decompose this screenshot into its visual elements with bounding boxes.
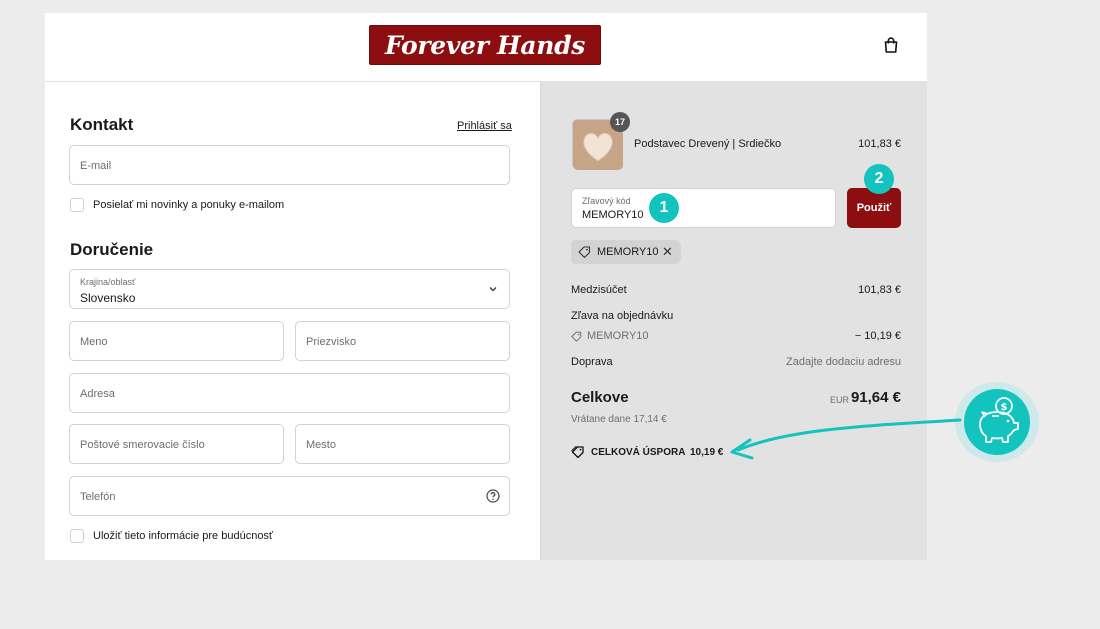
total-currency: EUR bbox=[830, 395, 850, 405]
delivery-heading: Doručenie bbox=[70, 240, 154, 259]
phone-field[interactable]: Telefón bbox=[69, 476, 510, 516]
applied-code-text: MEMORY10 bbox=[597, 246, 659, 258]
order-discount-code: MEMORY10 bbox=[587, 330, 649, 342]
checkout-form: Kontakt Prihlásiť sa E-mail Posielať mi … bbox=[45, 82, 540, 560]
shipping-value: Zadajte dodaciu adresu bbox=[786, 356, 901, 368]
help-icon[interactable] bbox=[486, 489, 500, 503]
checkout-page: Forever Hands ® Kontakt Prihlásiť sa E-m… bbox=[45, 13, 927, 560]
city-placeholder: Mesto bbox=[306, 439, 336, 451]
subtotal-value: 101,83 € bbox=[858, 284, 901, 296]
shopping-bag-icon[interactable] bbox=[882, 36, 900, 54]
discount-code-label: Zľavový kód bbox=[582, 196, 631, 206]
save-info-label: Uložiť tieto informácie pre budúcnosť bbox=[93, 530, 274, 542]
product-name: Podstavec Drevený | Srdiečko bbox=[634, 138, 782, 150]
order-summary: 17 Podstavec Drevený | Srdiečko 101,83 €… bbox=[540, 82, 927, 560]
logo-text: Forever Hands bbox=[384, 30, 586, 60]
address-placeholder: Adresa bbox=[80, 388, 115, 400]
email-placeholder: E-mail bbox=[80, 160, 112, 172]
discount-code-field[interactable]: Zľavový kód MEMORY10 bbox=[571, 188, 836, 228]
country-label: Krajina/oblasť bbox=[80, 277, 136, 287]
first-name-field[interactable]: Meno bbox=[69, 321, 284, 361]
site-header: Forever Hands ® bbox=[45, 13, 927, 82]
savings-callout: $ bbox=[964, 389, 1030, 455]
last-name-field[interactable]: Priezvisko bbox=[295, 321, 510, 361]
discount-code-value: MEMORY10 bbox=[582, 209, 644, 221]
newsletter-checkbox[interactable] bbox=[70, 198, 84, 212]
step-1-marker: 1 bbox=[649, 193, 679, 223]
order-discount-value: − 10,19 € bbox=[854, 330, 901, 342]
city-field[interactable]: Mesto bbox=[295, 424, 510, 464]
quantity-badge: 17 bbox=[610, 112, 630, 132]
savings-tag-icon bbox=[571, 446, 584, 458]
logo-registered-mark: ® bbox=[564, 33, 572, 42]
country-value: Slovensko bbox=[80, 291, 136, 305]
email-field[interactable]: E-mail bbox=[69, 145, 510, 185]
contact-heading: Kontakt bbox=[70, 115, 134, 134]
newsletter-label: Posielať mi novinky a ponuky e-mailom bbox=[93, 199, 285, 211]
phone-placeholder: Telefón bbox=[80, 491, 116, 503]
subtotal-label: Medzisúčet bbox=[571, 284, 627, 296]
postal-code-placeholder: Poštové smerovacie číslo bbox=[80, 439, 205, 451]
address-field[interactable]: Adresa bbox=[69, 373, 510, 413]
savings-label: CELKOVÁ ÚSPORA bbox=[591, 447, 686, 458]
applied-discount-chip: MEMORY10 ✕ bbox=[571, 240, 681, 264]
step-2-marker: 2 bbox=[864, 164, 894, 194]
login-link[interactable]: Prihlásiť sa bbox=[457, 120, 512, 132]
country-select[interactable]: Krajina/oblasť Slovensko bbox=[69, 269, 510, 309]
chevron-down-icon bbox=[489, 287, 497, 292]
remove-discount-icon[interactable]: ✕ bbox=[662, 244, 673, 260]
tax-note: Vrátane dane 17,14 € bbox=[571, 414, 667, 425]
savings-value: 10,19 € bbox=[690, 447, 724, 458]
tag-icon bbox=[578, 246, 591, 258]
svg-text:$: $ bbox=[1001, 402, 1008, 413]
apply-discount-button[interactable]: Použiť bbox=[847, 188, 901, 228]
shipping-label: Doprava bbox=[571, 356, 613, 368]
total-label: Celkove bbox=[571, 389, 629, 406]
last-name-placeholder: Priezvisko bbox=[306, 336, 357, 348]
brand-logo[interactable]: Forever Hands ® bbox=[369, 25, 601, 65]
first-name-placeholder: Meno bbox=[80, 336, 108, 348]
product-price: 101,83 € bbox=[858, 138, 901, 150]
piggy-bank-icon: $ bbox=[979, 397, 1019, 443]
tag-icon bbox=[571, 331, 582, 342]
save-info-checkbox[interactable] bbox=[70, 529, 84, 543]
total-value: 91,64 € bbox=[850, 389, 901, 406]
product-thumbnail: 17 bbox=[572, 112, 630, 170]
order-discount-label: Zľava na objednávku bbox=[571, 310, 674, 322]
postal-code-field[interactable]: Poštové smerovacie číslo bbox=[69, 424, 284, 464]
